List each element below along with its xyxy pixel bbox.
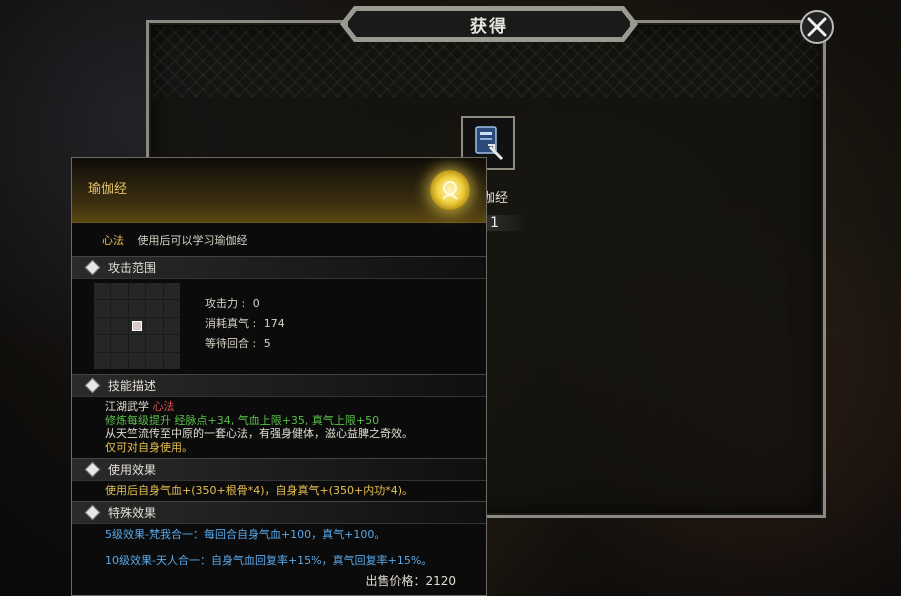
desc-lore: 从天竺流传至中原的一套心法，有强身健体，滋心益脾之奇效。	[105, 427, 413, 440]
stat-label: 攻击力	[205, 297, 238, 310]
range-center-cell	[128, 317, 146, 335]
section-use-effect: 使用效果	[72, 458, 486, 481]
type-tag: 心法	[102, 234, 124, 247]
diamond-icon	[84, 504, 101, 521]
item-tooltip: 瑜伽经 心法 使用后可以学习瑜伽经 攻击范围 攻击力 : 0 消耗真气 : 17…	[71, 157, 487, 596]
tooltip-item-name: 瑜伽经	[88, 182, 128, 197]
tooltip-type-line: 心法 使用后可以学习瑜伽经	[102, 232, 248, 248]
section-title: 技能描述	[108, 379, 157, 393]
tooltip-header: 瑜伽经	[72, 158, 486, 223]
sell-price: 出售价格：2120	[365, 572, 456, 589]
stat-value: 0	[252, 297, 260, 310]
dialog-title: 获得	[470, 16, 508, 37]
item-count: 1	[486, 215, 526, 231]
stat-value: 5	[263, 337, 271, 350]
attack-range-grid	[94, 283, 180, 369]
stat-value: 174	[263, 317, 285, 330]
price-label: 出售价格：	[365, 574, 426, 588]
desc-restriction: 仅可对自身使用。	[105, 440, 193, 454]
special-effect-2: 10级效果-天人合一：自身气血回复率+15%，真气回复率+15%。	[105, 554, 433, 567]
desc-level-bonus: 修炼每级提升 经脉点+34, 气血上限+35, 真气上限+50	[105, 413, 380, 427]
stat-label: 消耗真气	[205, 317, 249, 330]
desc-category: 江湖武学	[105, 400, 149, 413]
section-title: 使用效果	[108, 463, 157, 477]
stat-label: 等待回合	[205, 337, 249, 350]
section-attack-range: 攻击范围	[72, 256, 486, 279]
close-button[interactable]	[800, 10, 834, 44]
section-special-effect: 特殊效果	[72, 501, 486, 524]
diamond-icon	[84, 259, 101, 276]
diamond-icon	[84, 461, 101, 478]
skill-stats: 攻击力 : 0 消耗真气 : 174 等待回合 : 5	[205, 297, 285, 350]
desc-type: 心法	[152, 400, 175, 413]
emblem-icon	[430, 170, 470, 210]
price-value: 2120	[425, 574, 456, 588]
special-effect-1: 5级效果-梵我合一：每回合自身气血+100，真气+100。	[105, 528, 386, 541]
section-title: 特殊效果	[108, 506, 157, 520]
use-effect-text: 使用后自身气血+(350+根骨*4)，自身真气+(350+内功*4)。	[105, 484, 414, 497]
skill-desc-text: 江湖武学 心法 修炼每级提升 经脉点+34, 气血上限+35, 真气上限+50 …	[105, 400, 413, 454]
section-title: 攻击范围	[108, 261, 157, 275]
diamond-icon	[84, 377, 101, 394]
type-desc: 使用后可以学习瑜伽经	[137, 234, 248, 247]
title-banner: 获得	[346, 9, 632, 39]
section-skill-desc: 技能描述	[72, 374, 486, 397]
close-icon	[807, 17, 827, 37]
